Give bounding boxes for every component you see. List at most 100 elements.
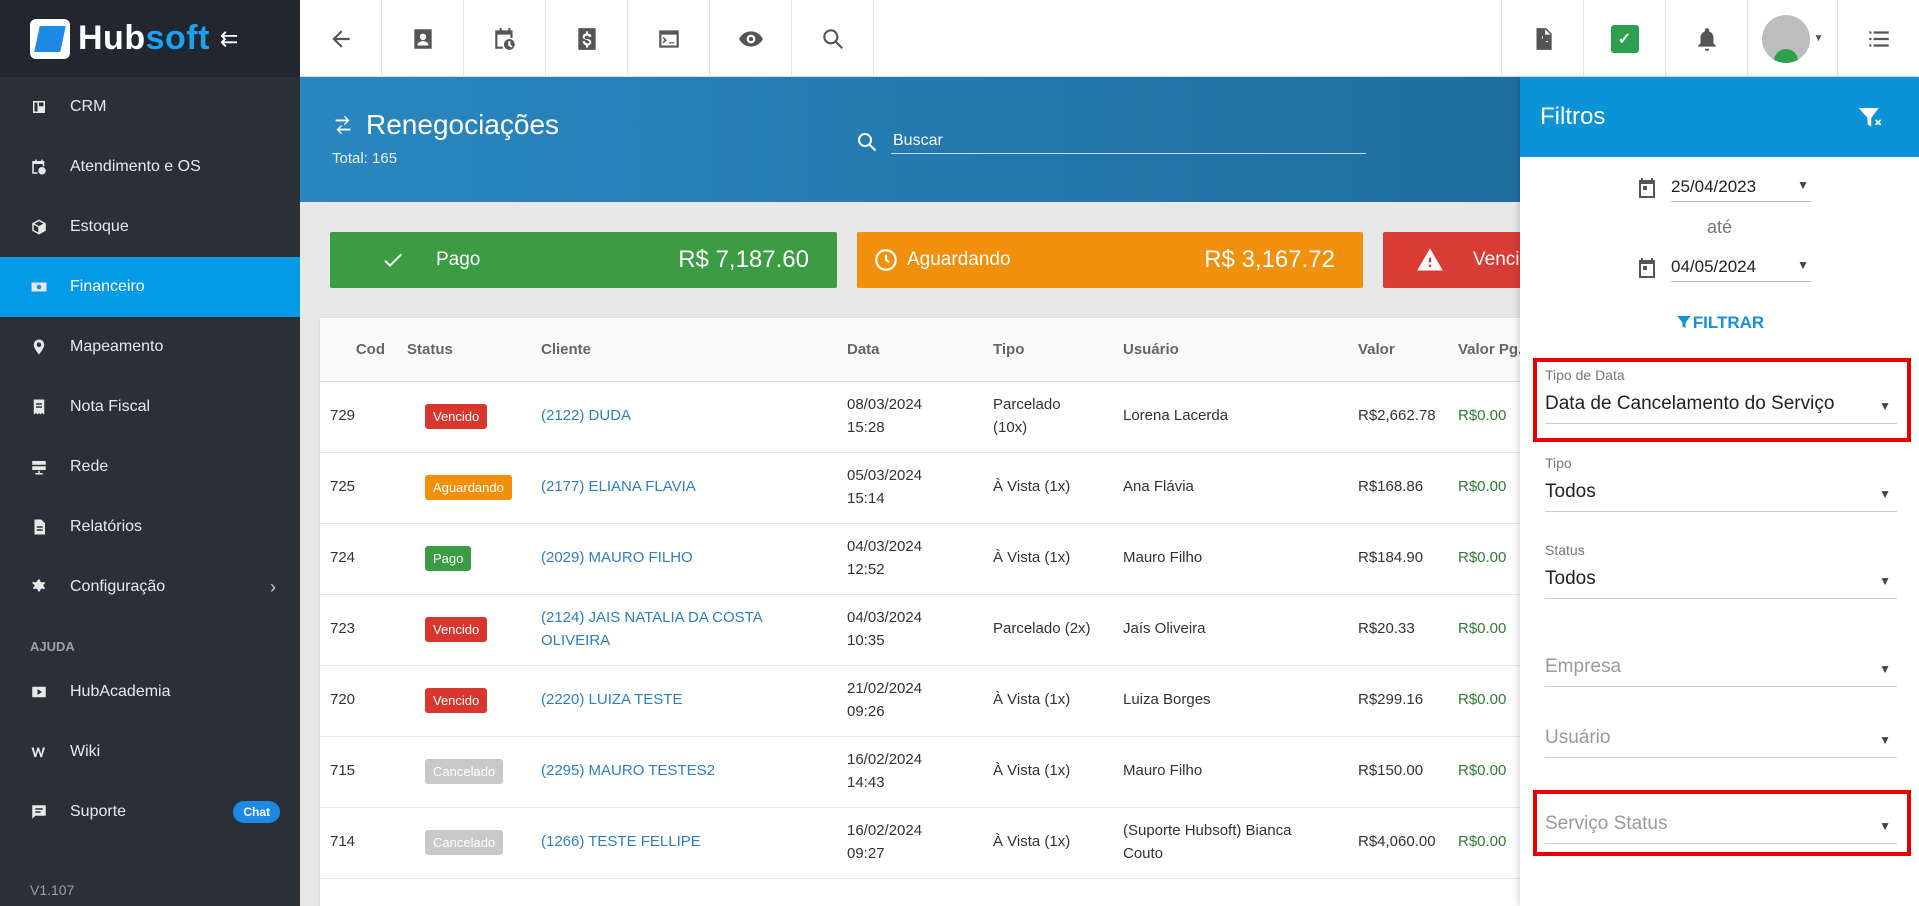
col-valor[interactable]: Valor bbox=[1346, 318, 1446, 382]
cell-tipo bbox=[981, 878, 1111, 906]
cliente-link[interactable]: (2029) MAURO FILHO bbox=[541, 549, 693, 566]
col-status[interactable]: Status bbox=[395, 318, 529, 382]
sidebar-item-label: Financeiro bbox=[70, 278, 145, 295]
col-cliente[interactable]: Cliente bbox=[529, 318, 835, 382]
brand[interactable]: Hubsoft ⇇ bbox=[0, 0, 300, 77]
top-bar: ✓ ▼ bbox=[300, 0, 1919, 77]
cliente-link[interactable]: (2177) ELIANA FLAVIA bbox=[541, 478, 696, 495]
cell-usuario: Luiza Borges bbox=[1111, 665, 1346, 737]
cliente-link[interactable]: (2220) LUIZA TESTE bbox=[541, 691, 682, 708]
cell-usuario bbox=[1111, 878, 1346, 906]
table-row[interactable]: 729 Vencido (2122) DUDA 08/03/2024 15:28 Parc… bbox=[320, 381, 1540, 453]
terminal-button[interactable] bbox=[628, 0, 710, 77]
cell-data: 04/03/2024 12:52 bbox=[835, 523, 981, 595]
sidebar-item-configuracao[interactable]: Configuração › bbox=[0, 557, 300, 617]
cell-usuario: Lorena Lacerda bbox=[1111, 381, 1346, 453]
chevron-down-icon: ▼ bbox=[1797, 178, 1809, 192]
finance-button[interactable] bbox=[546, 0, 628, 77]
col-usuario[interactable]: Usuário bbox=[1111, 318, 1346, 382]
report-icon bbox=[30, 518, 48, 536]
card-aguardando[interactable]: Aguardando R$ 3,167.72 bbox=[857, 232, 1363, 288]
avatar bbox=[1761, 14, 1810, 63]
sidebar-item-financeiro[interactable]: Financeiro bbox=[0, 257, 300, 317]
cell-status: Cancelado bbox=[395, 736, 529, 808]
sidebar-item-label: HubAcademia bbox=[70, 683, 171, 700]
list-menu-button[interactable] bbox=[1837, 0, 1919, 77]
table-row[interactable]: 723 Vencido (2124) JAIS NATALIA DA COSTA O… bbox=[320, 594, 1540, 666]
cell-cod: 725 bbox=[320, 452, 395, 524]
filtrar-button[interactable]: FILTRAR bbox=[1520, 313, 1919, 333]
bell-icon bbox=[1697, 27, 1716, 51]
search-input[interactable]: Buscar bbox=[891, 129, 1366, 154]
sidebar-item-label: Configuração bbox=[70, 578, 166, 595]
sidebar-item-mapeamento[interactable]: Mapeamento bbox=[0, 317, 300, 377]
help-section-title: AJUDA bbox=[30, 639, 75, 654]
collapse-menu-icon[interactable]: ⇇ bbox=[220, 26, 238, 52]
table-row[interactable]: 720 Vencido (2220) LUIZA TESTE 21/02/2024 09… bbox=[320, 665, 1540, 737]
cell-tipo: À Vista (1x) bbox=[981, 807, 1111, 879]
cliente-link[interactable]: (2122) DUDA bbox=[541, 407, 631, 424]
status-badge: Aguardando bbox=[425, 474, 512, 501]
clients-button[interactable] bbox=[382, 0, 464, 77]
sidebar-item-hubacademia[interactable]: HubAcademia bbox=[0, 662, 300, 722]
cell-valor: R$184.90 bbox=[1346, 523, 1446, 595]
card-vencido[interactable]: Venci bbox=[1383, 232, 1523, 288]
version-label: V1.107 bbox=[30, 882, 75, 898]
col-data[interactable]: Data bbox=[835, 318, 981, 382]
col-cod[interactable]: Cod bbox=[320, 318, 395, 382]
cell-tipo: À Vista (1x) bbox=[981, 665, 1111, 737]
cliente-link[interactable]: (1266) TESTE FELLIPE bbox=[541, 833, 701, 850]
user-menu[interactable]: ▼ bbox=[1747, 0, 1837, 77]
table-row[interactable]: 715 Cancelado (2295) MAURO TESTES2 16/02/20… bbox=[320, 736, 1540, 808]
cell-usuario: Mauro Filho bbox=[1111, 523, 1346, 595]
sidebar-item-label: Relatórios bbox=[70, 518, 143, 535]
money-icon bbox=[30, 278, 48, 296]
empresa-select[interactable]: Empresa ▼ bbox=[1545, 630, 1897, 687]
tasks-button[interactable]: ✓ bbox=[1583, 0, 1665, 77]
cliente-link[interactable]: (2295) MAURO TESTES2 bbox=[541, 762, 715, 779]
tipo-select[interactable]: Tipo Todos ▼ bbox=[1545, 455, 1897, 512]
sidebar-item-wiki[interactable]: Wiki bbox=[0, 722, 300, 782]
back-button[interactable] bbox=[300, 0, 382, 77]
col-tipo[interactable]: Tipo bbox=[981, 318, 1111, 382]
date-from-input[interactable]: 25/04/2023 ▼ bbox=[1671, 173, 1811, 202]
chat-badge[interactable]: Chat bbox=[233, 801, 280, 823]
card-pago[interactable]: Pago R$ 7,187.60 bbox=[330, 232, 837, 288]
dollar-icon bbox=[577, 27, 596, 50]
sidebar-item-atendimento-e-os[interactable]: Atendimento e OS bbox=[0, 137, 300, 197]
schedule-button[interactable] bbox=[464, 0, 546, 77]
table-row[interactable]: 06/02/2024 bbox=[320, 878, 1540, 906]
view-button[interactable] bbox=[710, 0, 792, 77]
usuario-select[interactable]: Usuário ▼ bbox=[1545, 701, 1897, 758]
sidebar-item-relatorios[interactable]: Relatórios bbox=[0, 497, 300, 557]
pdf-button[interactable] bbox=[1501, 0, 1583, 77]
cell-cod bbox=[320, 878, 395, 906]
search-icon bbox=[822, 28, 843, 49]
table-row[interactable]: 724 Pago (2029) MAURO FILHO 04/03/2024 12:52… bbox=[320, 523, 1540, 595]
terminal-icon bbox=[658, 29, 679, 48]
notifications-button[interactable] bbox=[1665, 0, 1747, 77]
sidebar-item-crm[interactable]: CRM bbox=[0, 77, 300, 137]
sidebar-item-nota-fiscal[interactable]: Nota Fiscal bbox=[0, 377, 300, 437]
cell-cliente: (1266) TESTE FELLIPE bbox=[529, 807, 835, 879]
calendar-icon[interactable] bbox=[1635, 256, 1659, 280]
table-row[interactable]: 725 Aguardando (2177) ELIANA FLAVIA 05/03/2… bbox=[320, 452, 1540, 524]
status-select[interactable]: Status Todos ▼ bbox=[1545, 542, 1897, 599]
page-title: Renegociações bbox=[366, 109, 560, 140]
sidebar-item-rede[interactable]: Rede bbox=[0, 437, 300, 497]
crm-icon bbox=[30, 98, 48, 116]
clear-filter-icon[interactable] bbox=[1855, 103, 1885, 133]
cell-data: 16/02/2024 14:43 bbox=[835, 736, 981, 808]
sidebar-item-estoque[interactable]: Estoque bbox=[0, 197, 300, 257]
table-row[interactable]: 714 Cancelado (1266) TESTE FELLIPE 16/02/20… bbox=[320, 807, 1540, 879]
date-to-row: 04/05/2024 ▼ bbox=[1635, 253, 1811, 282]
filter-panel: Filtros 25/04/2023 ▼ até 04/05/2024 ▼ FILT… bbox=[1520, 77, 1919, 906]
calendar-icon[interactable] bbox=[1635, 176, 1659, 200]
date-to-input[interactable]: 04/05/2024 ▼ bbox=[1671, 253, 1811, 282]
cell-data: 04/03/2024 10:35 bbox=[835, 594, 981, 666]
network-icon bbox=[30, 458, 48, 476]
cell-status: Vencido bbox=[395, 381, 529, 453]
search-button[interactable] bbox=[792, 0, 874, 77]
cliente-link[interactable]: (2124) JAIS NATALIA DA COSTA OLIVEIRA bbox=[541, 609, 762, 649]
sidebar-item-suporte[interactable]: Suporte Chat bbox=[0, 782, 300, 842]
